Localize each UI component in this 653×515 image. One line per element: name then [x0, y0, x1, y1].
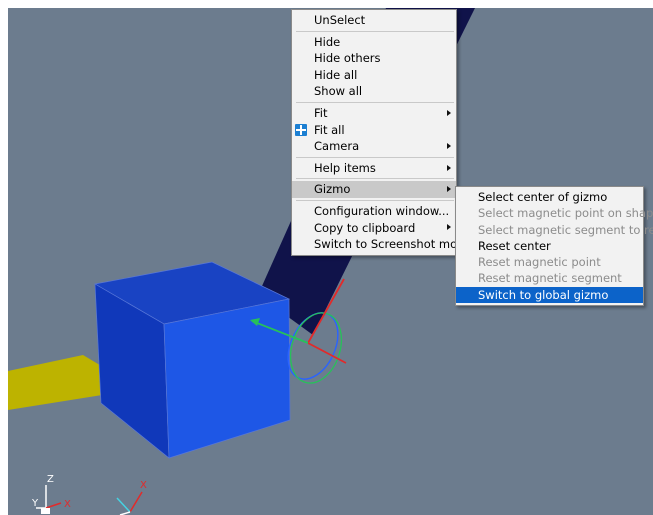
menu-separator — [296, 178, 454, 180]
menu-item-show-all[interactable]: Show all — [292, 83, 456, 100]
menu-item-hide-all[interactable]: Hide all — [292, 67, 456, 84]
menu-item-unselect[interactable]: UnSelect — [292, 12, 456, 29]
submenu-item-select-magnetic-segment: Select magnetic segment to reach — [478, 222, 653, 237]
cube-front — [163, 298, 291, 459]
menu-item-fit-all[interactable]: Fit all — [292, 122, 456, 139]
menu-item-hide-others[interactable]: Hide others — [292, 50, 456, 67]
gizmo-triad: X — [116, 480, 147, 515]
menu-item-copy-to-clipboard[interactable]: Copy to clipboard — [292, 220, 456, 237]
submenu-item-select-center[interactable]: Select center of gizmo — [456, 189, 643, 205]
menu-item-hide[interactable]: Hide — [292, 34, 456, 51]
gizmo-axis-red-2 — [307, 342, 347, 364]
menu-item-fit[interactable]: Fit — [292, 105, 456, 122]
menu-separator — [296, 156, 454, 158]
submenu-item-select-magnetic-point: Select magnetic point on shape — [478, 206, 653, 221]
submenu-item-switch-global-gizmo[interactable]: Switch to global gizmo — [456, 286, 643, 304]
fit-all-icon — [295, 123, 307, 136]
submenu-arrow-icon — [447, 224, 451, 231]
submenu-arrow-icon — [447, 186, 451, 193]
submenu-arrow-icon — [447, 142, 451, 149]
context-menu: UnSelect Hide Hide others Hide all Show … — [291, 9, 472, 256]
submenu-item-reset-center[interactable]: Reset center — [456, 238, 643, 254]
gizmo-triad-label-x: X — [140, 480, 147, 491]
axis-label-x: X — [64, 499, 71, 510]
axis-label-y: Y — [31, 498, 39, 509]
menu-separator — [296, 199, 454, 201]
submenu-item-reset-magnetic-segment: Reset magnetic segment — [478, 271, 622, 286]
axis-triad: Z Y X — [31, 474, 71, 514]
gizmo-submenu: Select center of gizmo Select magnetic p… — [455, 186, 653, 307]
submenu-arrow-icon — [447, 164, 451, 171]
menu-separator — [296, 30, 454, 32]
axis-label-z: Z — [47, 474, 54, 485]
menu-item-camera[interactable]: Camera — [292, 138, 456, 155]
menu-item-gizmo[interactable]: Gizmo — [292, 181, 456, 198]
submenu-item-reset-magnetic-point: Reset magnetic point — [478, 255, 601, 270]
menu-item-help-items[interactable]: Help items — [292, 160, 456, 177]
menu-separator — [296, 101, 454, 103]
menu-item-screenshot-mode[interactable]: Switch to Screenshot mode — [292, 236, 472, 253]
submenu-arrow-icon — [447, 109, 451, 116]
menu-item-configuration-window[interactable]: Configuration window... — [292, 203, 456, 220]
